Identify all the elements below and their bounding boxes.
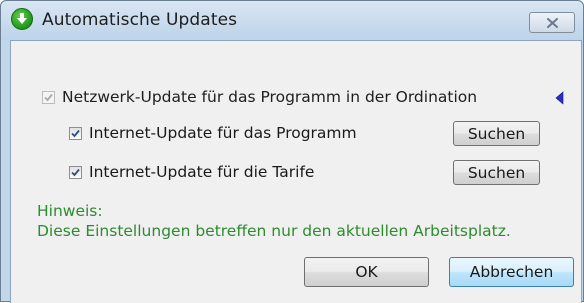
cancel-button[interactable]: Abbrechen xyxy=(449,257,574,287)
ok-button[interactable]: OK xyxy=(304,257,429,287)
green-download-arrow-icon xyxy=(11,8,33,30)
dialog-content: Netzwerk-Update für das Programm in der … xyxy=(10,40,582,303)
close-icon xyxy=(547,18,558,28)
internet-program-label: Internet-Update für das Programm xyxy=(89,124,357,142)
left-arrow-marker-icon xyxy=(555,91,564,105)
title-bar[interactable]: Automatische Updates xyxy=(1,1,583,40)
search-program-button[interactable]: Suchen xyxy=(453,121,540,146)
search-tariffs-button[interactable]: Suchen xyxy=(453,160,540,185)
hint-heading: Hinweis: xyxy=(37,202,103,220)
internet-tariffs-label: Internet-Update für die Tarife xyxy=(89,163,315,181)
network-update-label: Netzwerk-Update für das Programm in der … xyxy=(62,88,478,106)
internet-tariffs-checkbox[interactable] xyxy=(69,166,82,179)
hint-text: Diese Einstellungen betreffen nur den ak… xyxy=(37,222,511,240)
checkmark-icon xyxy=(71,129,80,138)
internet-program-checkbox[interactable] xyxy=(69,127,82,140)
close-button[interactable] xyxy=(529,12,575,33)
window-title: Automatische Updates xyxy=(42,10,238,30)
checkmark-icon xyxy=(71,168,80,177)
network-update-checkbox[interactable] xyxy=(42,91,55,104)
checkmark-icon xyxy=(44,93,53,102)
dialog-window: Automatische Updates Netzwerk-Update für… xyxy=(0,0,584,303)
